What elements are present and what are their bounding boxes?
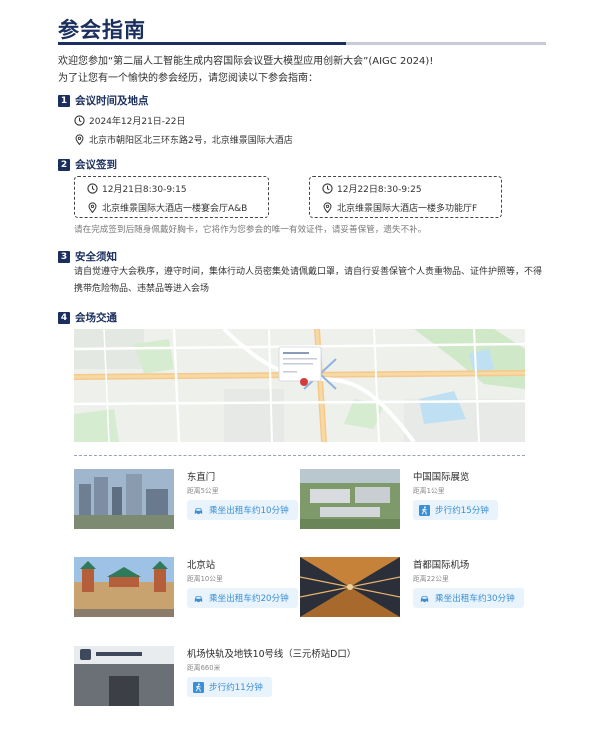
meeting-address: 北京市朝阳区北三环东路2号，北京维景国际大酒店 [74, 133, 293, 146]
guide-page: 参会指南 欢迎您参加“第二届人工智能生成内容国际会议暨大模型应用创新大会”(AI… [0, 0, 600, 731]
taxi-icon [193, 593, 204, 604]
checkin-time: 12月21日8:30-9:15 [87, 182, 187, 195]
venue-map[interactable] [74, 329, 525, 442]
dongzhimen-photo [74, 469, 174, 529]
section-number: 2 [58, 158, 70, 171]
section-number: 1 [58, 94, 70, 107]
taxi-icon [419, 593, 430, 604]
checkin-time: 12月22日8:30-9:25 [322, 182, 422, 195]
subway-station-photo [74, 646, 174, 706]
clock-icon [322, 183, 333, 194]
section-number: 4 [58, 311, 70, 324]
transport-name: 机场快轨及地铁10号线（三元桥站D口） [187, 649, 357, 660]
section-1-header: 1 会议时间及地点 [58, 93, 149, 108]
checkin-place: 北京维景国际大酒店一楼宴会厅A&B [87, 201, 247, 214]
clock-icon [87, 183, 98, 194]
transport-mode: 乘坐出租车约30分钟 [413, 588, 524, 608]
transport-card-sanyuanqiao: 机场快轨及地铁10号线（三元桥站D口） 距离660米 步行约11分钟 [74, 646, 374, 718]
transport-card-airport: 首都国际机场 距离22公里 乘坐出租车约30分钟 [300, 557, 524, 629]
page-title: 参会指南 [58, 18, 146, 42]
location-pin-icon [74, 134, 85, 145]
transport-distance: 距离10公里 [187, 575, 223, 583]
title-underline [58, 42, 546, 45]
section-number: 3 [58, 250, 70, 263]
transport-name: 东直门 [187, 472, 216, 483]
transport-card-dongzhimen: 东直门 距离5公里 乘坐出租车约10分钟 [74, 469, 298, 541]
checkin-box-day2: 12月22日8:30-9:25 北京维景国际大酒店一楼多功能厅F [309, 176, 502, 218]
intro-text: 欢迎您参加“第二届人工智能生成内容国际会议暨大模型应用创新大会”(AIGC 20… [58, 53, 546, 87]
transport-name: 首都国际机场 [413, 560, 470, 571]
transport-distance: 距离5公里 [187, 487, 219, 495]
transport-mode: 步行约15分钟 [413, 500, 498, 520]
checkin-place: 北京维景国际大酒店一楼多功能厅F [322, 201, 477, 214]
safety-text: 请自觉遵守大会秩序，遵守时间，集体行动人员密集处请佩戴口罩，请自行妥善保管个人贵… [74, 267, 543, 294]
section-4-header: 4 会场交通 [58, 310, 117, 325]
transport-distance: 距离660米 [187, 664, 221, 672]
section-title: 会议时间及地点 [75, 95, 149, 107]
transport-name: 北京站 [187, 560, 216, 571]
checkin-note: 请在完成签到后随身佩戴好胸卡，它将作为您参会的唯一有效证件，请妥善保管，遗失不补… [74, 225, 427, 235]
transport-card-beijing-station: 北京站 距离10公里 乘坐出租车约20分钟 [74, 557, 298, 629]
section-3-header: 3 安全须知 [58, 249, 117, 264]
expo-photo [300, 469, 400, 529]
map-divider [74, 455, 525, 456]
transport-mode: 乘坐出租车约10分钟 [187, 500, 298, 520]
location-pin-icon [87, 202, 98, 213]
location-pin-icon [322, 202, 333, 213]
section-2-header: 2 会议签到 [58, 157, 117, 172]
intro-line-2: 为了让您有一个愉快的参会经历，请您阅读以下参会指南： [58, 73, 318, 84]
walk-icon [419, 504, 430, 516]
section-title: 会场交通 [75, 312, 117, 324]
walk-icon [193, 681, 204, 693]
transport-mode: 乘坐出租车约20分钟 [187, 588, 298, 608]
transport-name: 中国国际展览 [413, 472, 470, 483]
checkin-box-day1: 12月21日8:30-9:15 北京维景国际大酒店一楼宴会厅A&B [74, 176, 269, 218]
transport-distance: 距离22公里 [413, 575, 449, 583]
intro-line-1: 欢迎您参加“第二届人工智能生成内容国际会议暨大模型应用创新大会”(AIGC 20… [58, 56, 434, 67]
meeting-date: 2024年12月21日-22日 [74, 114, 186, 127]
section-title: 安全须知 [75, 251, 117, 263]
transport-card-expo: 中国国际展览 距离1公里 步行约15分钟 [300, 469, 520, 541]
airport-photo [300, 557, 400, 617]
beijing-station-photo [74, 557, 174, 617]
transport-distance: 距离1公里 [413, 487, 445, 495]
clock-icon [74, 115, 85, 126]
section-title: 会议签到 [75, 159, 117, 171]
taxi-icon [193, 505, 204, 516]
transport-mode: 步行约11分钟 [187, 677, 272, 697]
